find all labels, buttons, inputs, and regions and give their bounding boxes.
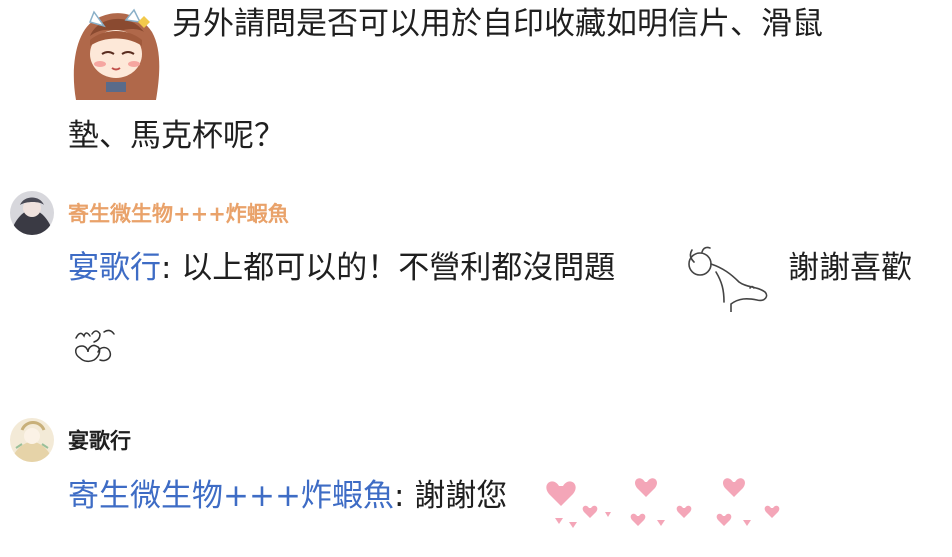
user-avatar-icon <box>10 191 54 235</box>
heart-doodle-icon <box>68 322 128 372</box>
ok-hand-sticker-icon <box>680 242 780 317</box>
reply-text: 以上都可以的！不營利都沒問題 <box>171 250 616 286</box>
reply-author-name[interactable]: 宴歌行 <box>68 427 131 455</box>
girl-avatar-icon <box>68 6 162 100</box>
reply-separator: : <box>161 250 172 286</box>
reply-body: 寄生微生物+++炸蝦魚: 謝謝您 <box>68 476 507 516</box>
pink-hearts-sticker-icon <box>545 468 795 538</box>
mention-link[interactable]: 寄生微生物+++炸蝦魚 <box>68 478 394 514</box>
comment-avatar-sticker <box>68 6 162 100</box>
avatar[interactable] <box>10 418 54 462</box>
reply-separator: : <box>393 478 405 514</box>
comment-text-line1: 另外請問是否可以用於自印收藏如明信片、滑鼠 <box>172 6 823 42</box>
mention-link[interactable]: 宴歌行 <box>68 250 161 286</box>
avatar[interactable] <box>10 191 54 235</box>
reply-author-name[interactable]: 寄生微生物+++炸蝦魚 <box>68 200 289 228</box>
reply-text: 謝謝您 <box>404 478 508 514</box>
comment-text-line2: 墊、馬克杯呢？ <box>68 118 285 154</box>
reply-body: 宴歌行: 以上都可以的！不營利都沒問題 <box>68 248 615 288</box>
user-avatar-icon <box>10 418 54 462</box>
reply-text-after: 謝謝喜歡 <box>788 250 912 286</box>
